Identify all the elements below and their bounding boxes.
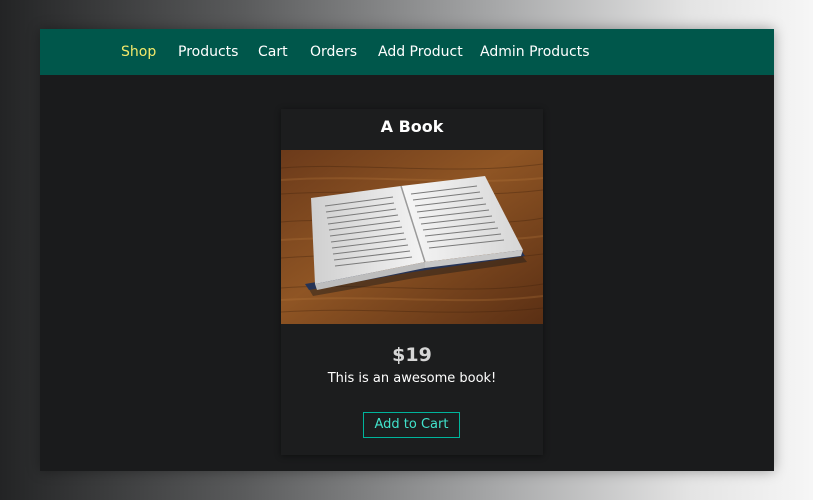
product-description: This is an awesome book! <box>327 371 497 386</box>
main-header: Shop Products Cart Orders Add Product Ad… <box>40 29 774 75</box>
product-price: $19 <box>392 344 432 366</box>
nav-shop-link[interactable]: Shop <box>121 29 156 75</box>
add-to-cart-button[interactable]: Add to Cart <box>363 412 460 438</box>
nav-orders-link[interactable]: Orders <box>310 29 357 75</box>
nav-admin-products-link[interactable]: Admin Products <box>480 29 590 75</box>
product-image <box>281 150 543 324</box>
app-window: Shop Products Cart Orders Add Product Ad… <box>40 29 774 471</box>
nav-products-link[interactable]: Products <box>178 29 238 75</box>
nav-add-product-link[interactable]: Add Product <box>378 29 463 75</box>
product-title: A Book <box>380 117 444 136</box>
nav-cart-link[interactable]: Cart <box>258 29 288 75</box>
product-card: A Book $19 This is an awesome book! Add … <box>281 109 543 455</box>
open-book-image <box>281 150 543 324</box>
